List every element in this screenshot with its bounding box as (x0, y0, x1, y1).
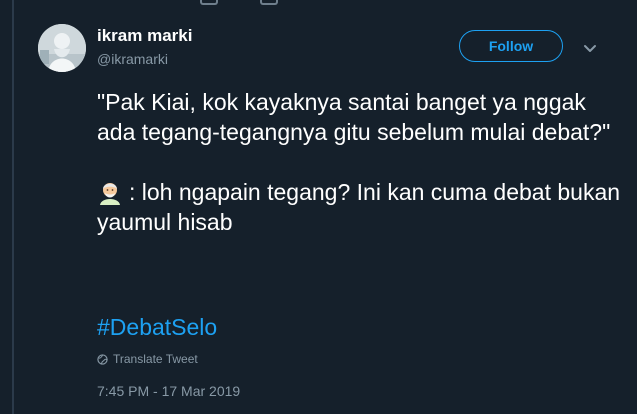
author-name[interactable]: ikram marki (97, 26, 192, 46)
author-handle[interactable]: @ikramarki (97, 51, 168, 67)
avatar-image (38, 24, 86, 72)
tweet-paragraph-text: : loh ngapain tegang? Ini kan cuma debat… (97, 179, 621, 235)
tweet-card: ikram marki @ikramarki Follow "Pak Kiai,… (0, 0, 637, 414)
thread-divider (12, 0, 14, 414)
tweet-paragraph: "Pak Kiai, kok kayaknya santai banget ya… (97, 89, 611, 145)
avatar[interactable] (38, 24, 86, 72)
previous-tweet-actions (200, 0, 278, 5)
hashtag-link[interactable]: #DebatSelo (97, 312, 217, 342)
follow-button[interactable]: Follow (459, 30, 563, 62)
tweet-paragraph: : loh ngapain tegang? Ini kan cuma debat… (97, 177, 627, 237)
translate-tweet-link[interactable]: Translate Tweet (97, 352, 198, 366)
translate-label: Translate Tweet (113, 352, 198, 366)
action-icon[interactable] (260, 0, 278, 5)
tweet-timestamp[interactable]: 7:45 PM - 17 Mar 2019 (97, 383, 240, 399)
action-icon[interactable] (200, 0, 218, 5)
chevron-down-icon[interactable] (583, 41, 597, 52)
globe-icon (97, 353, 108, 365)
tweet-text: "Pak Kiai, kok kayaknya santai banget ya… (97, 87, 627, 237)
old-man-emoji-icon (97, 179, 123, 205)
